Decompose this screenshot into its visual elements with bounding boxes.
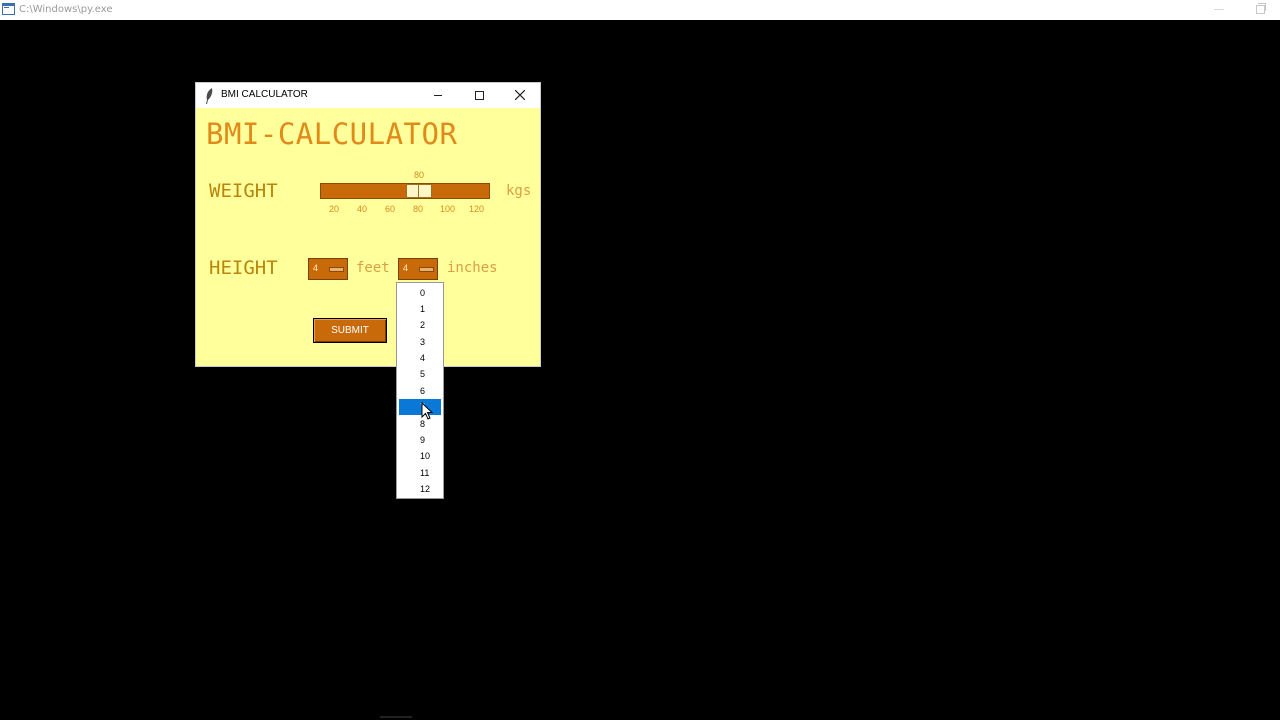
weight-label: WEIGHT	[209, 180, 278, 202]
mouse-pointer-icon	[421, 402, 433, 420]
dropdown-indicator-icon	[419, 267, 434, 272]
bmi-calculator-window: BMI CALCULATOR BMI-CALCULATOR WEIGHT 80 …	[195, 82, 541, 367]
dropdown-option[interactable]: 0	[399, 285, 441, 301]
window-title: BMI CALCULATOR	[221, 89, 308, 100]
minimize-button[interactable]	[418, 83, 458, 108]
scale-tick: 40	[357, 204, 368, 214]
feet-option-menu[interactable]: 4	[308, 258, 348, 280]
submit-button[interactable]: SUBMIT	[313, 318, 387, 343]
python-console-icon	[2, 3, 15, 15]
close-icon	[515, 90, 525, 100]
dropdown-option[interactable]: 5	[399, 366, 441, 382]
dropdown-option[interactable]: 1	[399, 301, 441, 317]
close-button[interactable]	[500, 83, 540, 108]
inches-option-menu[interactable]: 4	[398, 258, 438, 280]
console-minimize-button[interactable]	[1214, 9, 1224, 10]
scale-tick: 20	[329, 204, 340, 214]
dropdown-option[interactable]: 6	[399, 383, 441, 399]
weight-unit-label: kgs	[506, 183, 532, 199]
tk-feather-icon	[206, 88, 213, 104]
scale-tick: 80	[413, 204, 424, 214]
dropdown-option[interactable]: 11	[399, 465, 441, 481]
scale-tick: 120	[469, 204, 485, 214]
inches-dropdown-list: 0 1 2 3 4 5 6 7 8 9 10 11 12	[396, 282, 444, 499]
taskbar-fragment	[380, 716, 412, 718]
dropdown-option[interactable]: 3	[399, 334, 441, 350]
dropdown-option[interactable]: 4	[399, 350, 441, 366]
window-titlebar[interactable]: BMI CALCULATOR	[196, 83, 540, 108]
dropdown-indicator-icon	[329, 267, 344, 272]
dropdown-option-highlighted[interactable]: 7	[399, 399, 441, 415]
console-title: C:\Windows\py.exe	[19, 4, 113, 15]
dropdown-option[interactable]: 10	[399, 448, 441, 464]
dropdown-option[interactable]: 9	[399, 432, 441, 448]
dropdown-option[interactable]: 8	[399, 416, 441, 432]
app-heading: BMI-CALCULATOR	[206, 117, 458, 151]
weight-scale-value: 80	[414, 170, 425, 180]
weight-scale-trough[interactable]	[320, 183, 490, 199]
maximize-button[interactable]	[459, 83, 499, 108]
console-titlebar: C:\Windows\py.exe	[0, 0, 1280, 20]
weight-scale-slider[interactable]	[406, 184, 432, 198]
scale-tick: 100	[440, 204, 456, 214]
feet-unit-label: feet	[356, 260, 390, 276]
dropdown-option[interactable]: 12	[399, 481, 441, 497]
inches-unit-label: inches	[447, 260, 498, 276]
height-label: HEIGHT	[209, 257, 278, 279]
scale-tick: 60	[385, 204, 396, 214]
dropdown-option[interactable]: 2	[399, 317, 441, 333]
console-restore-button[interactable]	[1256, 3, 1266, 14]
inches-selected-value: 4	[403, 263, 409, 273]
feet-selected-value: 4	[313, 263, 319, 273]
